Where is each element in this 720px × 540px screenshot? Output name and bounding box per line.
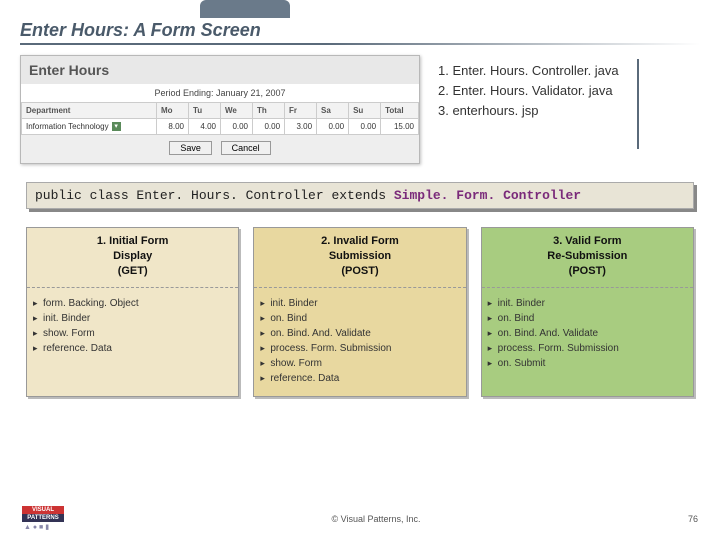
col1-title-l1: 1. Initial Form <box>97 235 169 247</box>
form-screenshot: Enter Hours Period Ending: January 21, 2… <box>20 55 420 164</box>
list-item: on. Submit <box>490 356 685 371</box>
list-item: process. Form. Submission <box>490 341 685 356</box>
hours-table: Department Mo Tu We Th Fr Sa Su Total In… <box>21 102 419 135</box>
col3-list: init. Binder on. Bind on. Bind. And. Val… <box>482 296 693 371</box>
tu-cell[interactable]: 4.00 <box>188 119 220 135</box>
dept-value: Information Technology <box>26 122 109 131</box>
slide: Enter Hours: A Form Screen Enter Hours P… <box>0 0 720 540</box>
list-item: reference. Data <box>35 341 230 356</box>
footer: VISUAL PATTERNS ▲ ● ■ ▮ © Visual Pattern… <box>0 506 720 532</box>
code-line: public class Enter. Hours. Controller ex… <box>26 182 694 209</box>
col2-title: 2. Invalid Form Submission (POST) <box>254 228 465 288</box>
col1-list: form. Backing. Object init. Binder show.… <box>27 296 238 356</box>
col-sa: Sa <box>317 103 349 119</box>
list-item: init. Binder <box>35 311 230 326</box>
th-cell[interactable]: 0.00 <box>253 119 285 135</box>
save-button[interactable]: Save <box>169 141 212 155</box>
upper-row: Enter Hours Period Ending: January 21, 2… <box>20 55 700 164</box>
page-number: 76 <box>688 514 698 524</box>
button-row: Save Cancel <box>21 135 419 163</box>
col3-title: 3. Valid Form Re-Submission (POST) <box>482 228 693 288</box>
col-invalid-form: 2. Invalid Form Submission (POST) init. … <box>253 227 466 397</box>
list-item: process. Form. Submission <box>262 341 457 356</box>
file-3: 3. enterhours. jsp <box>438 101 619 121</box>
list-item: init. Binder <box>490 296 685 311</box>
slide-title: Enter Hours: A Form Screen <box>20 20 700 41</box>
col-tu: Tu <box>188 103 220 119</box>
we-cell[interactable]: 0.00 <box>221 119 253 135</box>
col3-title-l3: (POST) <box>569 265 606 277</box>
col-valid-form: 3. Valid Form Re-Submission (POST) init.… <box>481 227 694 397</box>
table-row: Information Technology ▾ 8.00 4.00 0.00 … <box>22 119 419 135</box>
col1-title: 1. Initial Form Display (GET) <box>27 228 238 288</box>
logo-top: VISUAL <box>22 506 64 514</box>
su-cell[interactable]: 0.00 <box>349 119 381 135</box>
col2-list: init. Binder on. Bind on. Bind. And. Val… <box>254 296 465 386</box>
mo-cell[interactable]: 8.00 <box>156 119 188 135</box>
col1-title-l2: Display <box>113 250 152 262</box>
col-mo: Mo <box>156 103 188 119</box>
file-list: 1. Enter. Hours. Controller. java 2. Ent… <box>438 55 619 121</box>
list-item: on. Bind. And. Validate <box>262 326 457 341</box>
lifecycle-columns: 1. Initial Form Display (GET) form. Back… <box>26 227 694 397</box>
title-rule <box>20 43 700 45</box>
col2-title-l2: Submission <box>329 250 391 262</box>
col2-title-l3: (POST) <box>341 265 378 277</box>
col-dept: Department <box>22 103 157 119</box>
list-item: on. Bind. And. Validate <box>490 326 685 341</box>
logo-bot: PATTERNS <box>22 514 64 522</box>
col-fr: Fr <box>285 103 317 119</box>
col-total: Total <box>381 103 419 119</box>
code-pre: public class Enter. Hours. Controller ex… <box>35 188 394 203</box>
visual-patterns-logo: VISUAL PATTERNS ▲ ● ■ ▮ <box>22 506 64 532</box>
file-1: 1. Enter. Hours. Controller. java <box>438 61 619 81</box>
list-item: init. Binder <box>262 296 457 311</box>
col-th: Th <box>253 103 285 119</box>
period-ending: Period Ending: January 21, 2007 <box>21 84 419 102</box>
col3-title-l2: Re-Submission <box>547 250 627 262</box>
form-heading: Enter Hours <box>21 56 419 84</box>
sa-cell[interactable]: 0.00 <box>317 119 349 135</box>
col-su: Su <box>349 103 381 119</box>
file-2: 2. Enter. Hours. Validator. java <box>438 81 619 101</box>
col-we: We <box>221 103 253 119</box>
col3-title-l1: 3. Valid Form <box>553 235 621 247</box>
list-item: reference. Data <box>262 371 457 386</box>
col1-title-l3: (GET) <box>118 265 148 277</box>
cancel-button[interactable]: Cancel <box>221 141 271 155</box>
list-item: show. Form <box>35 326 230 341</box>
list-item: show. Form <box>262 356 457 371</box>
list-item: on. Bind <box>262 311 457 326</box>
list-item: form. Backing. Object <box>35 296 230 311</box>
total-cell: 15.00 <box>381 119 419 135</box>
list-item: on. Bind <box>490 311 685 326</box>
code-superclass: Simple. Form. Controller <box>394 188 581 203</box>
top-tab-decoration <box>200 0 290 18</box>
col2-title-l1: 2. Invalid Form <box>321 235 399 247</box>
vertical-rule <box>637 59 639 149</box>
fr-cell[interactable]: 3.00 <box>285 119 317 135</box>
logo-icons: ▲ ● ■ ▮ <box>22 522 64 532</box>
copyright: © Visual Patterns, Inc. <box>331 514 420 524</box>
chevron-down-icon[interactable]: ▾ <box>112 122 121 131</box>
col-initial-form: 1. Initial Form Display (GET) form. Back… <box>26 227 239 397</box>
dept-cell[interactable]: Information Technology ▾ <box>22 119 157 135</box>
